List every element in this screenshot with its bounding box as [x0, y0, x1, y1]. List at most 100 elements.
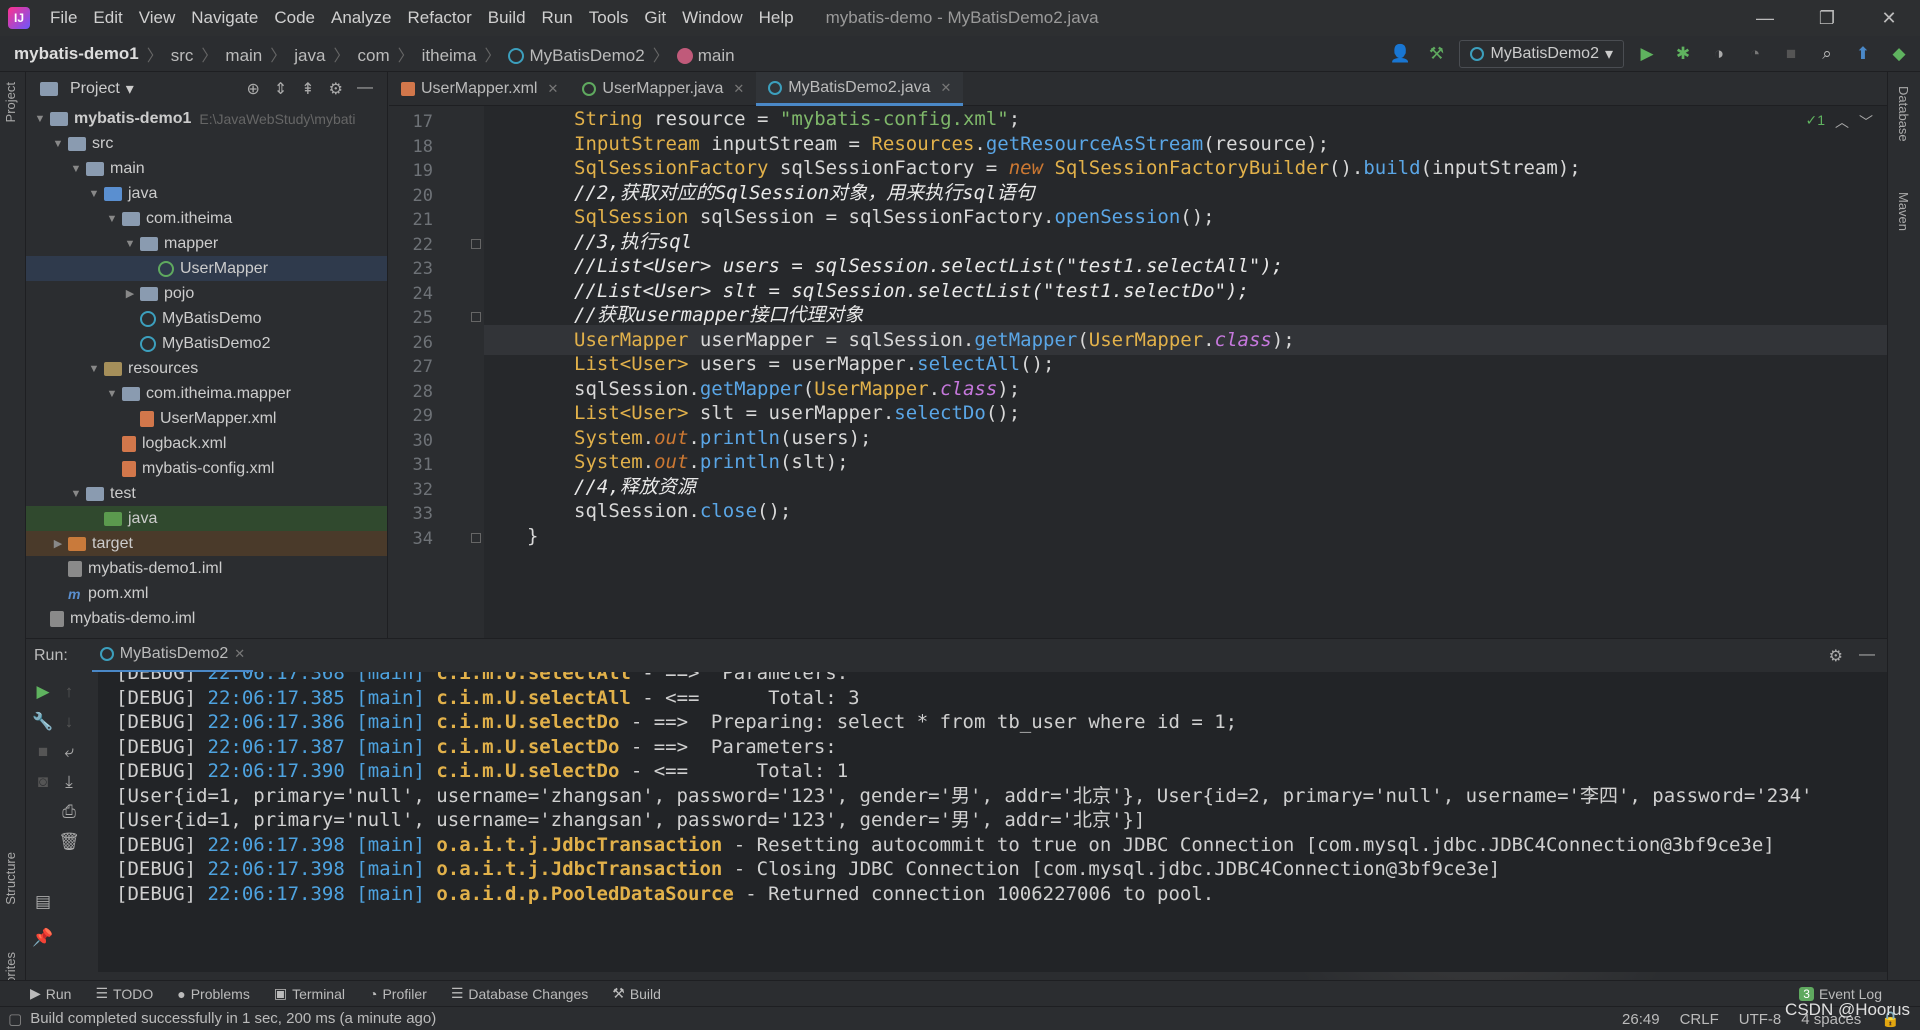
hide-icon[interactable]: — [1859, 646, 1875, 666]
tool-window-profiler[interactable]: ◔ Profiler [369, 985, 427, 1002]
menu-run[interactable]: Run [534, 8, 581, 28]
breadcrumb-project[interactable]: mybatis-demo1 [14, 44, 139, 64]
run-tab[interactable]: MyBatisDemo2 ✕ [91, 639, 254, 673]
chevron-down-icon[interactable]: ▼ [68, 488, 84, 500]
line-separator[interactable]: CRLF [1680, 1011, 1719, 1028]
breadcrumb-item[interactable]: main [225, 46, 262, 65]
chevron-down-icon[interactable]: ▼ [86, 363, 102, 375]
menu-edit[interactable]: Edit [85, 8, 130, 28]
tool-window-run[interactable]: ▶ Run [30, 985, 71, 1002]
menu-window[interactable]: Window [674, 8, 750, 28]
tree-item[interactable]: ▼ com.itheima.mapper [26, 381, 387, 406]
tree-item[interactable]: logback.xml [26, 431, 387, 456]
console-output[interactable]: [DEBUG] 22:06:17.368 [main] c.i.m.U.sele… [98, 672, 1887, 972]
maven-tool-button[interactable]: Maven [1896, 192, 1911, 231]
tree-item[interactable]: MyBatisDemo2 [26, 331, 387, 356]
tool-window-problems[interactable]: ● Problems [177, 985, 250, 1002]
print-icon[interactable]: ⎙ [58, 802, 80, 824]
user-icon[interactable]: 👤 [1387, 41, 1413, 67]
trash-icon[interactable]: 🗑 [58, 832, 80, 854]
search-icon[interactable]: ⌕ [1814, 41, 1840, 67]
tool-window-build[interactable]: ⚒ Build [612, 985, 661, 1002]
scroll-to-end-icon[interactable]: ⤓ [58, 772, 80, 794]
camera-icon[interactable]: ◙ [32, 772, 54, 794]
wrench-icon[interactable]: 🔧 [32, 712, 54, 734]
inspection-indicator[interactable]: ✓1 ︿ ﹀ [1805, 112, 1873, 132]
tree-item[interactable]: ▼ test [26, 481, 387, 506]
database-tool-button[interactable]: Database [1896, 86, 1911, 142]
update-icon[interactable]: ⬆ [1850, 41, 1876, 67]
menu-code[interactable]: Code [266, 8, 323, 28]
structure-tool-button[interactable]: Structure [3, 852, 18, 905]
tree-item[interactable]: ▼ mybatis-demo1 E:\JavaWebStudy\mybati [26, 106, 387, 131]
menu-git[interactable]: Git [636, 8, 674, 28]
fold-marker-icon[interactable] [471, 532, 481, 543]
file-encoding[interactable]: UTF-8 [1739, 1011, 1782, 1028]
tree-item[interactable]: ▶ pojo [26, 281, 387, 306]
breadcrumb-item[interactable]: itheima [422, 46, 477, 65]
debug-icon[interactable]: ✱ [1670, 41, 1696, 67]
down-icon[interactable]: ↓ [58, 712, 80, 734]
fold-marker-icon[interactable] [471, 238, 481, 249]
close-icon[interactable]: ✕ [547, 81, 558, 97]
tree-item[interactable]: ▼ src [26, 131, 387, 156]
menu-view[interactable]: View [131, 8, 184, 28]
fold-marker-icon[interactable] [471, 312, 481, 322]
close-button[interactable]: ✕ [1858, 0, 1920, 36]
menu-tools[interactable]: Tools [581, 8, 637, 28]
project-tool-button[interactable]: Project [3, 82, 18, 122]
tree-item[interactable]: java [26, 506, 387, 531]
pin-icon[interactable]: 📌 [32, 928, 54, 950]
breadcrumb-item[interactable]: com [357, 46, 389, 65]
chevron-down-icon[interactable]: ▼ [50, 138, 66, 150]
chevron-down-icon[interactable]: ▾ [126, 79, 134, 99]
stop-icon[interactable]: ■ [32, 742, 54, 764]
chevron-down-icon[interactable]: ﹀ [1859, 112, 1873, 132]
stop-icon[interactable]: ■ [1778, 41, 1804, 67]
soft-wrap-icon[interactable]: ⤶ [58, 742, 80, 764]
chevron-down-icon[interactable]: ▼ [32, 113, 48, 125]
status-message[interactable]: Build completed successfully in 1 sec, 2… [30, 1010, 436, 1027]
gear-icon[interactable]: ⚙ [1829, 646, 1843, 666]
tree-item[interactable]: ▼ main [26, 156, 387, 181]
breadcrumb-item[interactable]: src [171, 46, 194, 65]
menu-navigate[interactable]: Navigate [183, 8, 266, 28]
editor-tab[interactable]: UserMapper.xml ✕ [389, 72, 570, 106]
menu-build[interactable]: Build [480, 8, 534, 28]
tree-item[interactable]: MyBatisDemo [26, 306, 387, 331]
coverage-icon[interactable]: ◑ [1706, 41, 1732, 67]
code-line[interactable]: } [527, 521, 538, 551]
close-icon[interactable]: ✕ [941, 80, 952, 96]
locate-icon[interactable]: ⊕ [246, 79, 259, 99]
editor-tab[interactable]: UserMapper.java ✕ [570, 72, 756, 106]
code-line[interactable]: sqlSession.close(); [574, 496, 791, 526]
project-panel-title[interactable]: Project [70, 80, 120, 98]
tool-window-todo[interactable]: ☰ TODO [95, 985, 153, 1002]
menu-analyze[interactable]: Analyze [323, 8, 399, 28]
tree-item[interactable]: mybatis-config.xml [26, 456, 387, 481]
chevron-down-icon[interactable]: ▼ [68, 163, 84, 175]
tool-window-terminal[interactable]: ▣ Terminal [274, 985, 345, 1002]
jetbrains-icon[interactable]: ◆ [1886, 41, 1912, 67]
code-editor[interactable]: 17 18 19 20 21 22 23 24 25 26 27 28 29 30 31 32 33 34 Str… [389, 106, 1887, 638]
tree-item[interactable]: ▼ java [26, 181, 387, 206]
hammer-icon[interactable]: ⚒ [1423, 41, 1449, 67]
tree-item[interactable]: m pom.xml [26, 581, 387, 606]
chevron-down-icon[interactable]: ▼ [122, 238, 138, 250]
tree-item[interactable]: ▼ com.itheima [26, 206, 387, 231]
tree-item[interactable]: ▼ mapper [26, 231, 387, 256]
caret-position[interactable]: 26:49 [1622, 1011, 1660, 1028]
tree-item[interactable]: UserMapper.xml [26, 406, 387, 431]
tool-window-database-changes[interactable]: ☰ Database Changes [451, 985, 588, 1002]
chevron-right-icon[interactable]: ▶ [50, 537, 66, 550]
run-icon[interactable]: ▶ [1634, 41, 1660, 67]
profile-icon[interactable]: ◔ [1742, 41, 1768, 67]
layout-icon[interactable]: ▤ [32, 892, 54, 914]
chevron-down-icon[interactable]: ▼ [104, 213, 120, 225]
run-configuration-select[interactable]: MyBatisDemo2 ▾ [1459, 40, 1624, 68]
up-icon[interactable]: ↑ [58, 682, 80, 704]
chevron-down-icon[interactable]: ▼ [104, 388, 120, 400]
chevron-up-icon[interactable]: ︿ [1835, 112, 1849, 132]
breadcrumb-item[interactable]: java [294, 46, 325, 65]
tree-item[interactable]: ▶ target [26, 531, 387, 556]
